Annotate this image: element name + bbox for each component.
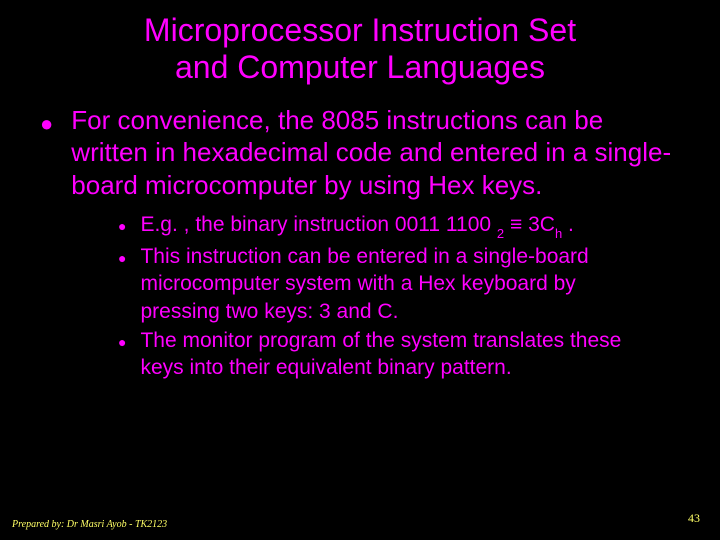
sub-bullet-3-text: The monitor program of the system transl… xyxy=(140,327,650,382)
slide-title: Microprocessor Instruction Set and Compu… xyxy=(0,0,720,86)
sub-bullet-1-text: E.g. , the binary instruction 0011 1100 … xyxy=(140,211,573,241)
sub-bullet-list: ● E.g. , the binary instruction 0011 110… xyxy=(40,211,680,382)
slide-body: ● For convenience, the 8085 instructions… xyxy=(0,86,720,382)
bullet-text-main: For convenience, the 8085 instructions c… xyxy=(71,104,680,202)
bullet-level-2: ● E.g. , the binary instruction 0011 110… xyxy=(118,211,650,241)
sub1-part-b: ≡ 3C xyxy=(504,213,555,236)
sub1-part-a: E.g. , the binary instruction 0011 1100 xyxy=(140,213,496,236)
slide-number: 43 xyxy=(688,511,700,526)
bullet-level-2: ● This instruction can be entered in a s… xyxy=(118,243,650,325)
bullet-level-2: ● The monitor program of the system tran… xyxy=(118,327,650,382)
bullet-icon: ● xyxy=(118,217,126,236)
subscript-h: h xyxy=(555,226,562,241)
bullet-icon: ● xyxy=(118,333,126,352)
footer-author: Prepared by: Dr Masri Ayob - TK2123 xyxy=(12,519,167,530)
bullet-icon: ● xyxy=(118,249,126,268)
bullet-level-1: ● For convenience, the 8085 instructions… xyxy=(40,104,680,202)
title-line-1: Microprocessor Instruction Set xyxy=(144,12,576,48)
title-line-2: and Computer Languages xyxy=(175,49,545,85)
sub1-part-c: . xyxy=(562,213,574,236)
sub-bullet-2-text: This instruction can be entered in a sin… xyxy=(140,243,650,325)
subscript-2: 2 xyxy=(497,226,504,241)
bullet-icon: ● xyxy=(40,110,53,138)
slide: Microprocessor Instruction Set and Compu… xyxy=(0,0,720,540)
